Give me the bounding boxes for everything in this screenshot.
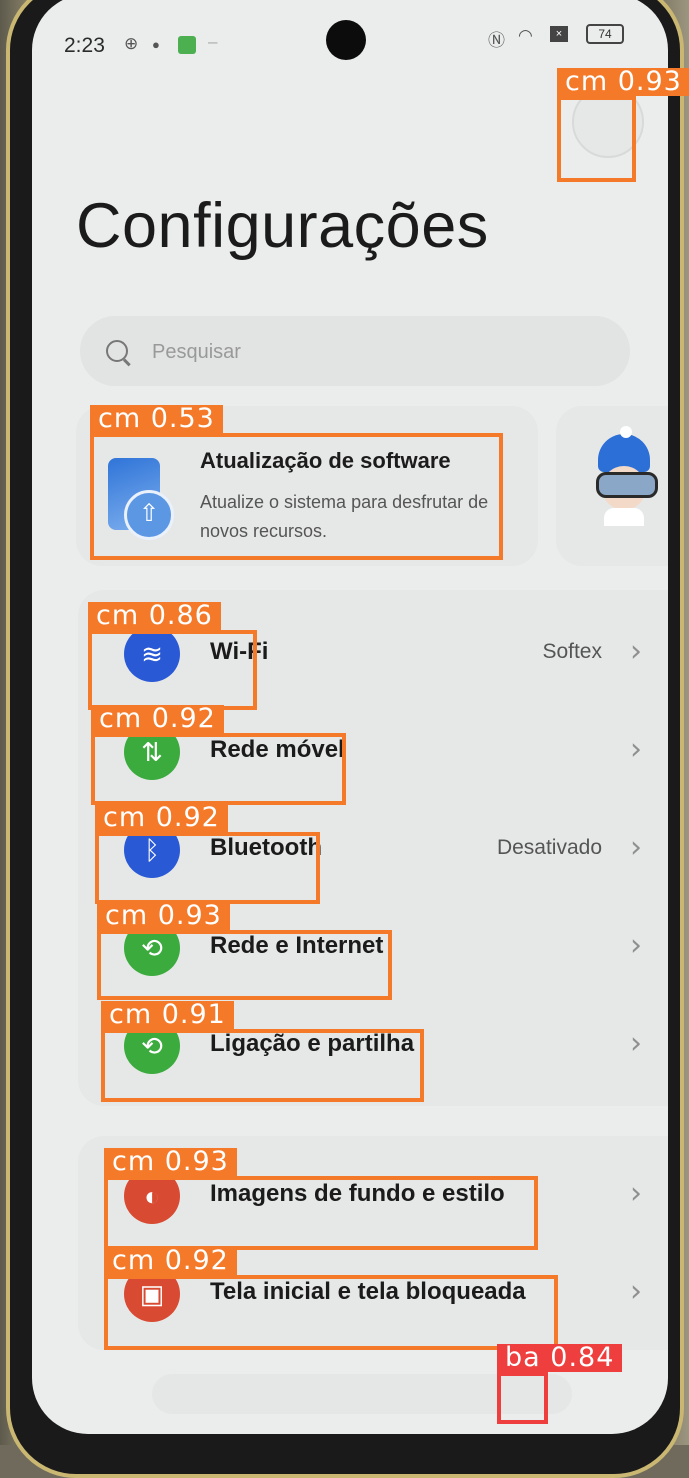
battery-icon: 74 bbox=[586, 24, 624, 44]
chevron-right-icon: › bbox=[630, 732, 642, 767]
detection-label: cm 0.93 bbox=[104, 1148, 237, 1176]
detection-box: cm 0.53 bbox=[90, 405, 503, 560]
detection-box: cm 0.93 bbox=[97, 902, 392, 1000]
detection-box: cm 0.93 bbox=[104, 1148, 538, 1250]
chevron-right-icon: › bbox=[630, 1176, 642, 1211]
detection-label: cm 0.93 bbox=[97, 902, 230, 930]
chevron-right-icon: › bbox=[630, 830, 642, 865]
front-camera bbox=[326, 20, 366, 60]
chevron-right-icon: › bbox=[630, 1274, 642, 1309]
detection-label: cm 0.53 bbox=[90, 405, 223, 433]
detection-label: cm 0.92 bbox=[91, 705, 224, 733]
detection-box: cm 0.86 bbox=[88, 602, 257, 710]
chevron-right-icon: › bbox=[630, 928, 642, 963]
theme-promo-card[interactable] bbox=[556, 406, 668, 566]
detection-label: cm 0.93 bbox=[557, 68, 689, 96]
search-input[interactable] bbox=[150, 336, 574, 368]
search-icon bbox=[106, 340, 128, 362]
sim-off-icon: × bbox=[550, 26, 568, 42]
detection-box: cm 0.91 bbox=[101, 1001, 424, 1102]
detection-box: cm 0.92 bbox=[104, 1247, 558, 1350]
dash-icon: – bbox=[208, 32, 218, 51]
detection-box: cm 0.92 bbox=[95, 804, 320, 904]
detection-label: cm 0.86 bbox=[88, 602, 221, 630]
app-icon bbox=[178, 36, 196, 54]
detection-label: cm 0.92 bbox=[95, 804, 228, 832]
steering-icon: ⊕ bbox=[124, 34, 139, 53]
nfc-icon: Ⓝ bbox=[488, 31, 505, 50]
status-time: 2:23 bbox=[64, 34, 105, 57]
detection-label: cm 0.92 bbox=[104, 1247, 237, 1275]
settings-item-value: Desativado bbox=[496, 836, 602, 859]
page-title: Configurações bbox=[76, 191, 489, 261]
detection-box: cm 0.93 bbox=[557, 68, 689, 182]
settings-item-value: Softex bbox=[542, 640, 602, 663]
detection-box: ba 0.84 bbox=[497, 1344, 623, 1424]
detection-label: ba 0.84 bbox=[497, 1344, 623, 1372]
detection-label: cm 0.91 bbox=[101, 1001, 234, 1029]
chevron-right-icon: › bbox=[630, 634, 642, 669]
chevron-right-icon: › bbox=[630, 1026, 642, 1061]
mascot-icon bbox=[594, 426, 658, 526]
detection-box: cm 0.92 bbox=[91, 705, 346, 805]
wifi-status-icon: ◠ bbox=[518, 26, 533, 45]
notification-icon: ● bbox=[152, 37, 160, 52]
search-bar[interactable] bbox=[80, 316, 630, 386]
status-bar: 2:23 ⊕ ● – Ⓝ ◠ × 74 bbox=[32, 0, 668, 74]
